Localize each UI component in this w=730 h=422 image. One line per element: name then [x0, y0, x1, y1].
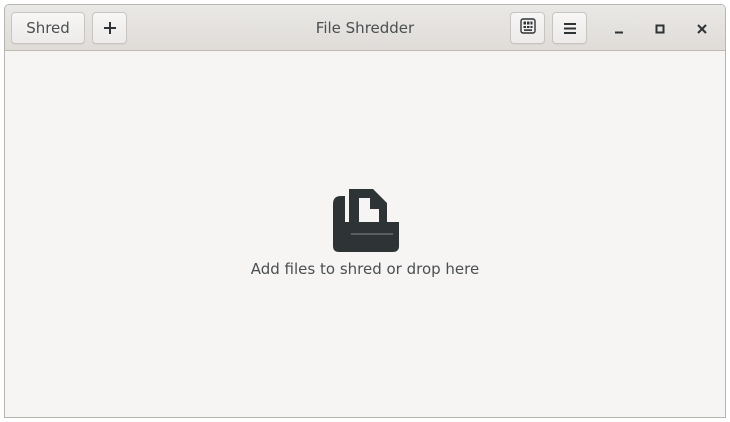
shred-button[interactable]: Shred — [11, 12, 85, 44]
main-menu-button[interactable] — [552, 12, 587, 44]
drop-area[interactable]: Add files to shred or drop here — [5, 51, 725, 417]
file-shredder-window: Shred File Shredder Add files to shred o… — [4, 4, 726, 418]
maximize-icon — [655, 19, 665, 38]
minimize-button[interactable] — [605, 14, 633, 42]
shred-button-label: Shred — [26, 19, 70, 37]
header-bar: Shred File Shredder — [5, 5, 725, 51]
plus-icon — [103, 22, 116, 34]
add-files-button[interactable] — [92, 12, 127, 44]
close-icon — [697, 19, 707, 38]
minimize-icon — [614, 19, 624, 38]
keyboard-shortcuts-button[interactable] — [510, 12, 545, 44]
shredder-icon — [329, 186, 403, 254]
close-button[interactable] — [688, 14, 716, 42]
empty-state-text: Add files to shred or drop here — [250, 260, 480, 278]
maximize-button[interactable] — [646, 14, 674, 42]
keyboard-shortcuts-icon — [519, 18, 536, 38]
hamburger-menu-icon — [563, 22, 576, 34]
